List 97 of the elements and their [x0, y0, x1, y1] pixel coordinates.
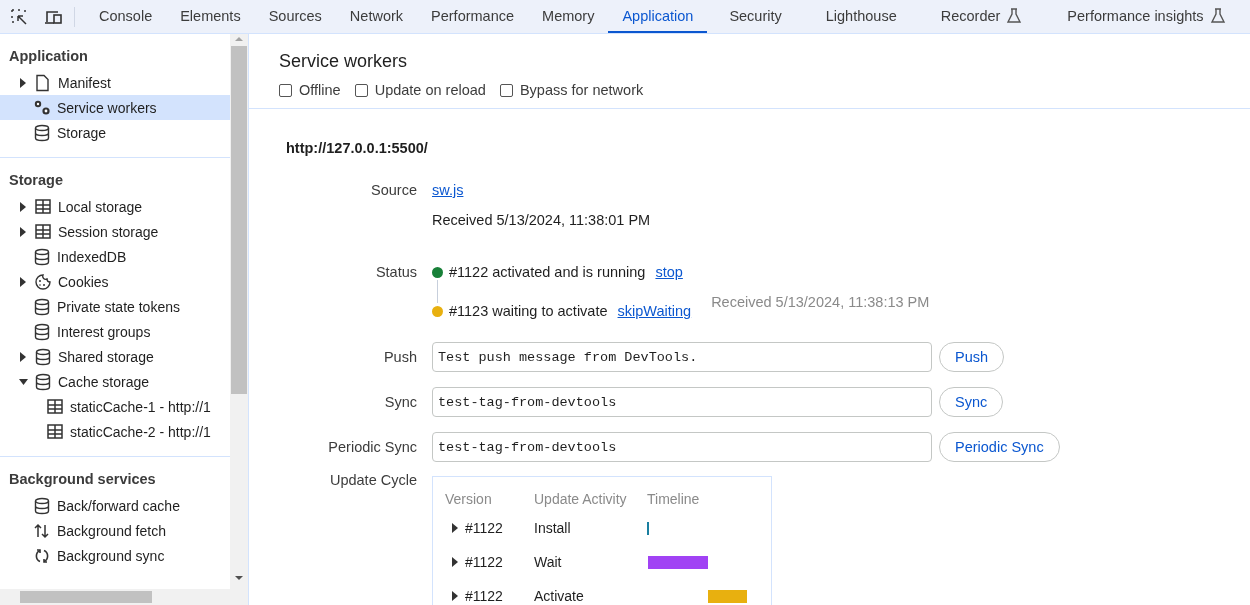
expand-arrow-icon[interactable] [19, 77, 28, 88]
field-label: Sync [383, 394, 417, 410]
action-button[interactable]: Push [939, 342, 1005, 372]
table-cell-text: Install [534, 520, 572, 536]
table-cell-text: Activate [534, 588, 585, 604]
field-label: Periodic Sync [327, 439, 417, 455]
horizontal-scrollbar[interactable] [0, 589, 230, 605]
database-icon [33, 123, 51, 142]
tree-item[interactable]: Cookies [0, 269, 230, 294]
field-label: Push [382, 349, 417, 365]
expand-arrow-icon[interactable] [19, 201, 28, 212]
document-icon [34, 73, 52, 92]
table-icon [46, 397, 64, 416]
table-cell: #1122 [465, 554, 503, 570]
expand-arrow-icon[interactable] [451, 557, 459, 567]
database-icon [33, 297, 51, 316]
status-action-link[interactable]: skipWaiting [617, 303, 692, 319]
panel-tab[interactable]: Sources [254, 0, 336, 33]
expand-arrow-icon[interactable] [19, 351, 28, 362]
text-field[interactable]: Test push message from DevTools. [432, 342, 932, 372]
expand-arrow-icon[interactable] [451, 591, 459, 601]
panel-tab[interactable]: Console [85, 0, 167, 33]
tree-item[interactable]: Interest groups [0, 319, 230, 344]
expand-arrow-icon[interactable] [19, 226, 28, 237]
tree-item[interactable]: Session storage [0, 219, 230, 244]
collapse-arrow-icon[interactable] [19, 376, 28, 387]
tree-item[interactable]: IndexedDB [0, 244, 230, 269]
text-field[interactable]: test-tag-from-devtools [432, 387, 932, 417]
up-down-arrows-icon [33, 521, 51, 540]
panel-tab[interactable]: Network [335, 0, 418, 33]
field-label: Source [370, 182, 417, 200]
table-icon [46, 422, 64, 441]
panel-tab[interactable]: Elements [166, 0, 255, 33]
tree-item[interactable]: Local storage [0, 194, 230, 219]
panel-tab[interactable]: Performance insights [1045, 0, 1249, 33]
tree-item[interactable]: Back/forward cache [0, 493, 230, 518]
panel-tab[interactable]: Security [707, 0, 804, 33]
column-header: Version [445, 491, 493, 507]
expand-arrow-icon[interactable] [19, 276, 28, 287]
database-icon [33, 496, 51, 515]
field-label: Status [374, 264, 417, 282]
database-icon [33, 322, 51, 341]
tree-item[interactable]: Storage [0, 120, 230, 145]
status-text: #1122 activated and is running [449, 264, 646, 280]
tree-item[interactable]: Manifest [0, 70, 230, 95]
section-heading: Storage [8, 171, 64, 190]
table-icon [34, 222, 52, 241]
checkbox-label: Bypass for network [519, 82, 644, 98]
table-cell-text: Wait [534, 554, 563, 570]
checkbox-label: Offline [299, 82, 341, 98]
vertical-scrollbar[interactable] [230, 34, 248, 605]
checkbox[interactable] [499, 83, 513, 97]
table-icon [34, 197, 52, 216]
table-cell: #1122 [465, 588, 503, 604]
column-header: Update Activity [534, 491, 628, 507]
panel-tab[interactable]: Application [608, 0, 708, 33]
expand-arrow-icon[interactable] [451, 523, 459, 533]
database-icon [34, 347, 52, 366]
panel-tab[interactable]: Recorder [918, 0, 1046, 33]
cookie-icon [34, 272, 52, 291]
checkbox[interactable] [279, 83, 292, 97]
origin-url: http://127.0.0.1:5500/ [286, 140, 429, 156]
panel-title: Service workers [279, 51, 409, 72]
flask-icon [1208, 7, 1227, 24]
panel-tab[interactable]: Memory [528, 0, 609, 33]
flask-icon [1005, 7, 1024, 24]
tree-item[interactable]: Service workers [0, 95, 230, 120]
status-text: #1123 waiting to activate [449, 303, 608, 319]
tree-item[interactable]: Background sync [0, 543, 230, 568]
table-cell: #1122 [465, 520, 503, 536]
tree-item[interactable]: Shared storage [0, 344, 230, 369]
checkbox-label: Update on reload [374, 82, 486, 98]
tree-item[interactable]: Background fetch [0, 518, 230, 543]
tree-item[interactable]: Private state tokens [0, 294, 230, 319]
checkbox[interactable] [354, 83, 368, 97]
text-field[interactable]: test-tag-from-devtools [432, 432, 932, 462]
action-button[interactable]: Sync [939, 387, 1004, 417]
status-action-link[interactable]: stop [655, 264, 683, 280]
received-time: Received 5/13/2024, 11:38:01 PM [432, 212, 652, 228]
gears-icon [33, 98, 51, 117]
action-button[interactable]: Periodic Sync [939, 432, 1060, 462]
section-heading: Application [8, 47, 89, 66]
database-icon [34, 372, 52, 391]
tree-item[interactable]: Cache storage [0, 369, 230, 394]
tree-item[interactable]: staticCache-2 - http://1 [0, 419, 230, 444]
source-link[interactable]: sw.js [432, 182, 464, 198]
panel-tab[interactable]: Performance [417, 0, 529, 33]
field-label: Update Cycle [328, 472, 417, 490]
tree-item[interactable]: staticCache-1 - http://1 [0, 394, 230, 419]
sync-icon [33, 546, 51, 565]
database-icon [33, 247, 51, 266]
panel-tab[interactable]: Lighthouse [803, 0, 919, 33]
scroll-down-icon [234, 573, 244, 583]
received-time: Received 5/13/2024, 11:38:13 PM [711, 294, 930, 310]
section-heading: Background services [8, 470, 157, 489]
inspect-element-icon[interactable] [10, 7, 28, 26]
column-header: Timeline [647, 491, 701, 507]
